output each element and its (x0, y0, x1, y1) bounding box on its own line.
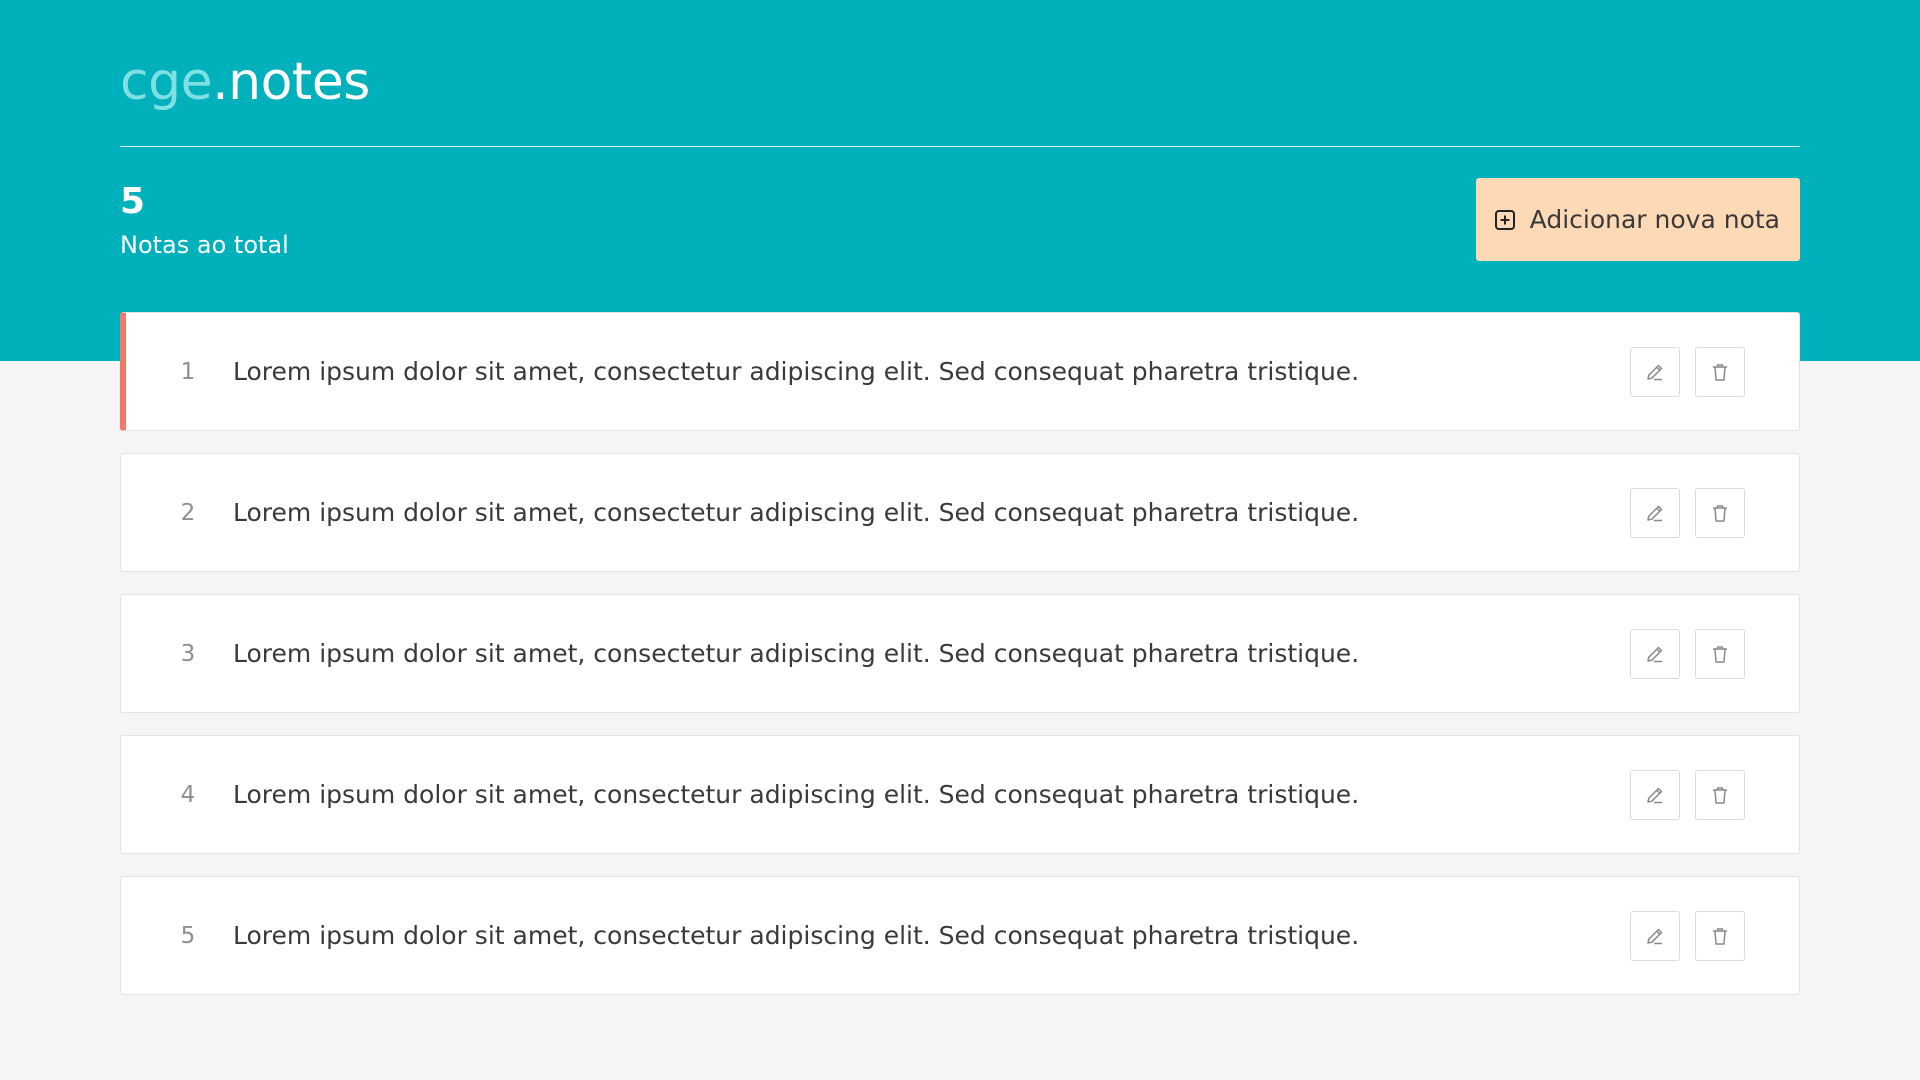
note-number: 5 (180, 922, 196, 949)
delete-note-button[interactable] (1695, 769, 1745, 820)
note-number: 3 (180, 640, 196, 667)
notes-count-label: Notas ao total (120, 231, 289, 259)
header-divider (120, 146, 1800, 147)
add-note-label: Adicionar nova nota (1529, 205, 1780, 234)
note-text: Lorem ipsum dolor sit amet, consectetur … (233, 639, 1360, 668)
delete-note-button[interactable] (1695, 910, 1745, 961)
note-actions (1630, 910, 1745, 961)
logo-app-name: .notes (212, 52, 370, 112)
edit-note-button[interactable] (1630, 487, 1680, 538)
note-item[interactable]: 1 Lorem ipsum dolor sit amet, consectetu… (120, 312, 1800, 431)
note-actions (1630, 769, 1745, 820)
edit-note-button[interactable] (1630, 769, 1680, 820)
note-number: 2 (180, 499, 196, 526)
edit-note-button[interactable] (1630, 628, 1680, 679)
delete-note-button[interactable] (1695, 487, 1745, 538)
note-text: Lorem ipsum dolor sit amet, consectetur … (233, 498, 1360, 527)
trash-icon (1709, 925, 1731, 947)
app-logo: cge.notes (120, 50, 370, 114)
pencil-icon (1644, 925, 1666, 947)
note-number: 4 (180, 781, 196, 808)
note-item[interactable]: 5 Lorem ipsum dolor sit amet, consectetu… (120, 876, 1800, 995)
note-text: Lorem ipsum dolor sit amet, consectetur … (233, 921, 1360, 950)
trash-icon (1709, 643, 1731, 665)
plus-square-icon (1494, 209, 1516, 231)
notes-list: 1 Lorem ipsum dolor sit amet, consectetu… (120, 312, 1800, 1017)
trash-icon (1709, 361, 1731, 383)
edit-note-button[interactable] (1630, 910, 1680, 961)
note-text: Lorem ipsum dolor sit amet, consectetur … (233, 357, 1360, 386)
note-item[interactable]: 2 Lorem ipsum dolor sit amet, consectetu… (120, 453, 1800, 572)
pencil-icon (1644, 361, 1666, 383)
delete-note-button[interactable] (1695, 346, 1745, 397)
trash-icon (1709, 502, 1731, 524)
pencil-icon (1644, 502, 1666, 524)
notes-count: 5 (120, 181, 146, 222)
note-item[interactable]: 3 Lorem ipsum dolor sit amet, consectetu… (120, 594, 1800, 713)
note-number: 1 (180, 358, 196, 385)
note-actions (1630, 487, 1745, 538)
trash-icon (1709, 784, 1731, 806)
note-actions (1630, 346, 1745, 397)
edit-note-button[interactable] (1630, 346, 1680, 397)
note-actions (1630, 628, 1745, 679)
note-item[interactable]: 4 Lorem ipsum dolor sit amet, consectetu… (120, 735, 1800, 854)
delete-note-button[interactable] (1695, 628, 1745, 679)
add-note-button[interactable]: Adicionar nova nota (1475, 178, 1800, 261)
note-text: Lorem ipsum dolor sit amet, consectetur … (233, 780, 1360, 809)
pencil-icon (1644, 643, 1666, 665)
pencil-icon (1644, 784, 1666, 806)
logo-brand: cge (120, 52, 213, 112)
